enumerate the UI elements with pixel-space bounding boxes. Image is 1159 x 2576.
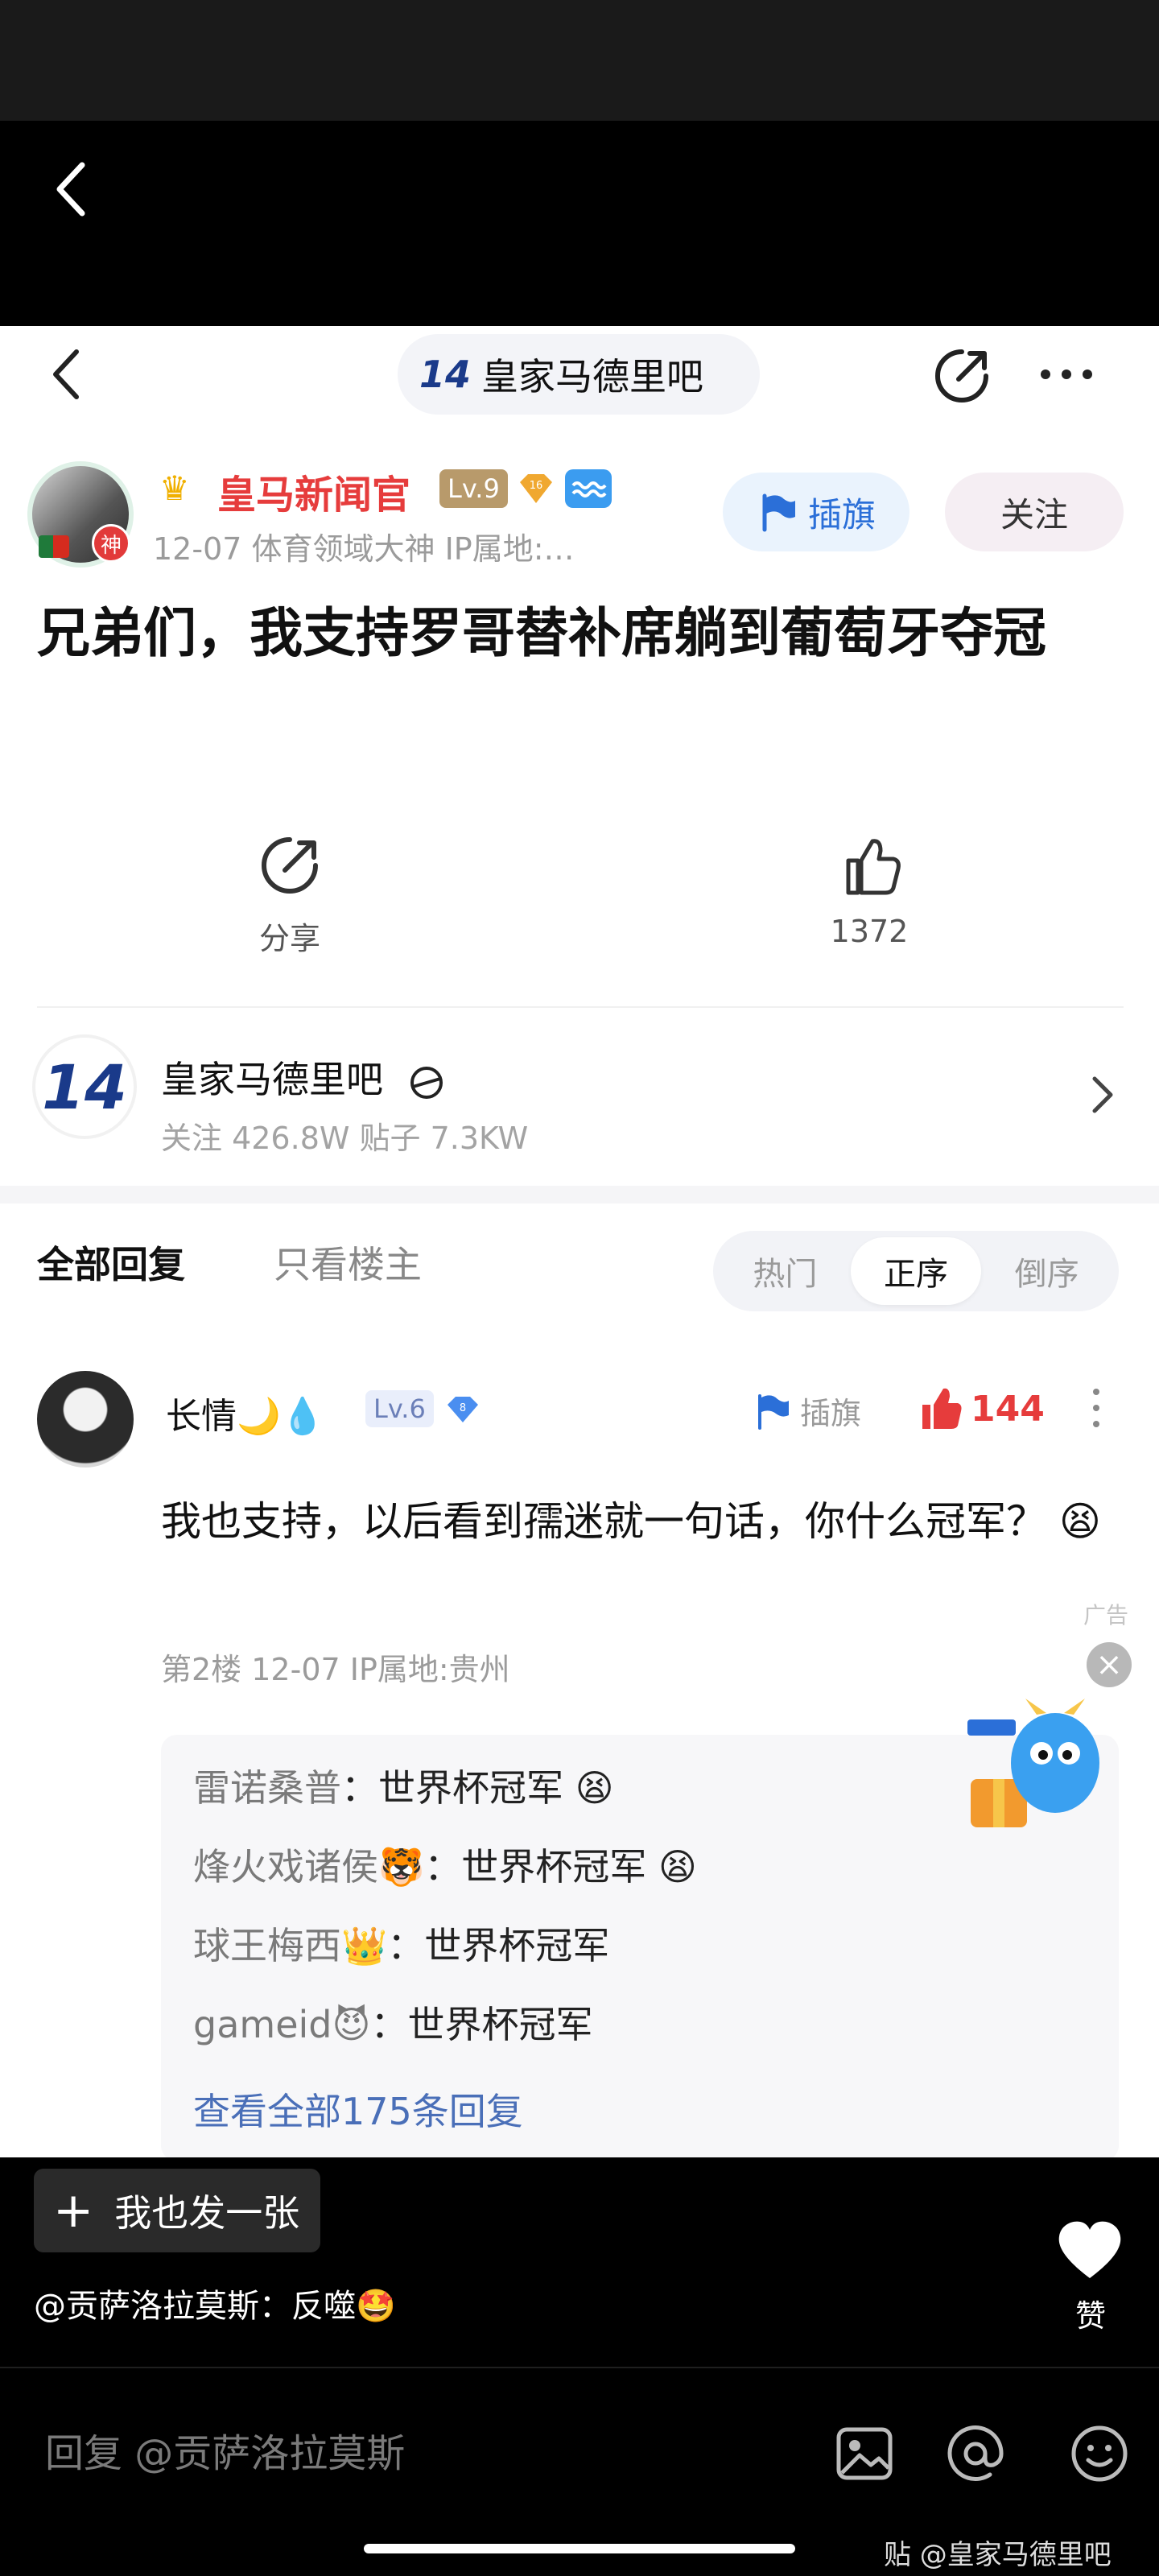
viewer-back-button[interactable] <box>48 157 97 221</box>
flag-badge <box>39 535 69 558</box>
post-one-label: 我也发一张 <box>114 2191 300 2235</box>
sort-hot[interactable]: 热门 <box>720 1237 851 1305</box>
sub-reply-text: ：世界杯冠军 <box>370 2003 593 2046</box>
sub-reply: 烽火戏诸侯🐯：世界杯冠军 😫 <box>193 1838 697 1891</box>
home-indicator <box>364 2544 795 2553</box>
sub-reply-text: ：世界杯冠军 <box>387 1924 610 1967</box>
like-count: 1372 <box>830 914 909 949</box>
more-button[interactable] <box>1034 358 1099 390</box>
commenter-name[interactable]: 长情🌙💧 <box>166 1387 325 1439</box>
share-action[interactable]: 分享 <box>201 833 378 958</box>
more-dots-icon <box>1041 369 1092 379</box>
gem-badge-icon: 8 <box>444 1393 481 1426</box>
svg-text:16: 16 <box>530 480 543 492</box>
caption-mention: @贡萨洛拉莫斯：反噬🤩 <box>34 2288 396 2325</box>
view-all-replies-link[interactable]: 查看全部175条回复 <box>193 2083 523 2136</box>
comment-flag-label: 插旗 <box>800 1396 862 1431</box>
like-action[interactable]: 1372 <box>781 833 958 949</box>
sub-reply-text: ：世界杯冠军 😫 <box>341 1766 614 1810</box>
sort-asc[interactable]: 正序 <box>850 1237 982 1305</box>
forum-title: 皇家马德里吧 <box>481 355 703 398</box>
back-button[interactable] <box>44 342 93 407</box>
sub-reply: 球王梅西👑：世界杯冠军 <box>193 1917 609 1970</box>
reply-input[interactable]: 回复 @贡萨洛拉莫斯 <box>45 2421 405 2478</box>
thumbs-up-icon <box>922 1388 962 1429</box>
share-icon <box>262 837 318 894</box>
sub-reply-user[interactable]: 烽火戏诸侯🐯 <box>193 1845 424 1889</box>
comment-text: 我也支持，以后看到孺迷就一句话，你什么冠军？ 😫 <box>161 1498 1102 1545</box>
level-badge: Lv.9 <box>439 469 508 508</box>
gem-badge-icon: 16 <box>515 471 557 506</box>
follow-button[interactable]: 关注 <box>945 473 1124 551</box>
thumbs-up-icon <box>846 839 901 895</box>
tab-author-only[interactable]: 只看楼主 <box>274 1236 422 1289</box>
tab-all-replies[interactable]: 全部回复 <box>37 1236 185 1289</box>
plant-flag-button[interactable]: 插旗 <box>723 473 909 551</box>
forum-name-text: 皇家马德里吧 <box>161 1058 383 1101</box>
chevron-left-icon <box>56 162 85 217</box>
flag-icon <box>762 493 795 532</box>
share-label: 分享 <box>258 921 320 956</box>
sort-segmented-control: 热门 正序 倒序 <box>713 1231 1119 1311</box>
post-title: 兄弟们，我支持罗哥替补席躺到葡萄牙夺冠 <box>37 602 1046 664</box>
comment-more-button[interactable] <box>1088 1385 1104 1430</box>
forum-name[interactable]: 皇家马德里吧 <box>161 1051 447 1104</box>
crown-icon: ♛ <box>159 469 190 508</box>
level-badge: Lv.6 <box>365 1390 434 1427</box>
comment-like-count: 144 <box>971 1388 1045 1430</box>
comment-flag-button[interactable]: 插旗 <box>752 1389 861 1433</box>
status-bar <box>0 0 1159 121</box>
forum-logo: 14 <box>419 353 472 396</box>
comment-meta: 第2楼 12-07 IP属地:贵州 <box>161 1652 510 1687</box>
chevron-right-icon[interactable] <box>1087 1071 1119 1119</box>
forum-badge-icon <box>410 1066 443 1099</box>
sub-reply: 雷诺桑普：世界杯冠军 😫 <box>193 1759 614 1812</box>
watermark: 贴 @皇家马德里吧 <box>884 2539 1112 2571</box>
ad-label: 广告 <box>1083 1602 1129 1629</box>
section-gap <box>0 1186 1159 1203</box>
divider <box>0 2367 1159 2368</box>
plus-icon: + <box>53 2182 94 2239</box>
sub-reply-user[interactable]: 球王梅西👑 <box>193 1924 387 1967</box>
sort-desc[interactable]: 倒序 <box>981 1237 1112 1305</box>
share-icon <box>935 349 988 402</box>
post-one-button[interactable]: + 我也发一张 <box>34 2169 320 2252</box>
image-icon[interactable] <box>834 2423 895 2484</box>
share-button[interactable] <box>930 344 994 408</box>
forum-title-pill[interactable]: 14 皇家马德里吧 <box>398 334 760 415</box>
god-badge: 神 <box>92 524 130 563</box>
author-name[interactable]: 皇马新闻官 <box>217 463 410 519</box>
plant-flag-label: 插旗 <box>807 494 876 535</box>
svg-text:8: 8 <box>460 1402 466 1414</box>
heart-icon[interactable] <box>1056 2219 1124 2283</box>
chevron-left-icon <box>53 349 79 399</box>
post-meta: 12-07 体育领域大神 IP属地:… <box>153 531 575 567</box>
divider <box>37 1006 1124 1008</box>
sub-reply-user[interactable]: gameid😈 <box>193 2003 370 2046</box>
viewer-header <box>0 121 1159 326</box>
commenter-avatar[interactable] <box>37 1371 134 1468</box>
sub-reply-user[interactable]: 雷诺桑普 <box>193 1766 341 1810</box>
wave-badge-icon <box>565 469 612 508</box>
like-label: 赞 <box>1075 2298 1107 2334</box>
forum-logo[interactable]: 14 <box>32 1034 137 1139</box>
more-vertical-icon <box>1093 1389 1099 1427</box>
forum-stats: 关注 426.8W 贴子 7.3KW <box>161 1121 529 1156</box>
ad-mascot-icon[interactable] <box>963 1690 1107 1831</box>
ad-close-button[interactable]: × <box>1087 1642 1132 1687</box>
post-screenshot: 14 皇家马德里吧 神 ♛ 皇马新闻官 Lv.9 16 12-07 体育领域大神… <box>0 326 1159 2157</box>
comment-like-button[interactable]: 144 <box>918 1385 1045 1432</box>
sub-reply: gameid😈：世界杯冠军 <box>193 1996 592 2049</box>
at-icon[interactable] <box>943 2421 1008 2486</box>
sub-reply-text: ：世界杯冠军 😫 <box>424 1845 697 1889</box>
flag-icon <box>758 1393 789 1430</box>
emoji-icon[interactable] <box>1067 2421 1132 2486</box>
